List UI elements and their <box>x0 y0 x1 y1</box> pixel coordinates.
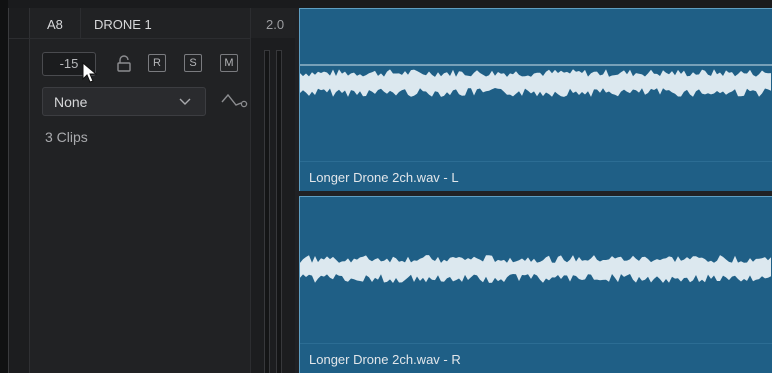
dropdown-value: None <box>54 94 88 110</box>
clip-label: Longer Drone 2ch.wav - L <box>309 170 459 185</box>
track-header-top: A8 DRONE 1 2.0 <box>9 8 295 39</box>
effects-dropdown[interactable]: None <box>42 87 206 116</box>
audio-clip[interactable]: Longer Drone 2ch.wav - R <box>299 196 772 373</box>
app-screen: A8 DRONE 1 2.0 -15 R S M None 3 Clips Lo… <box>0 0 772 373</box>
record-arm-button[interactable]: R <box>148 54 166 72</box>
curve-icon[interactable] <box>221 91 249 111</box>
waveform <box>300 255 771 283</box>
mute-button[interactable]: M <box>220 54 238 72</box>
divider <box>80 8 81 38</box>
track-name[interactable]: DRONE 1 <box>94 17 152 32</box>
solo-button[interactable]: S <box>184 54 202 72</box>
track-header: A8 DRONE 1 2.0 -15 R S M None 3 Clips <box>9 8 296 373</box>
timeline[interactable]: Longer Drone 2ch.wav - L Longer Drone 2c… <box>295 8 772 373</box>
clip-label-bar: Longer Drone 2ch.wav - R <box>300 343 772 373</box>
window-edge <box>0 0 8 373</box>
clip-label-bar: Longer Drone 2ch.wav - L <box>300 161 772 191</box>
mouse-cursor-icon <box>82 62 98 83</box>
clip-label: Longer Drone 2ch.wav - R <box>309 352 461 367</box>
track-id: A8 <box>47 17 63 32</box>
waveform <box>300 64 772 97</box>
meter-bar-right <box>276 50 282 373</box>
meter-bar-left <box>264 50 270 373</box>
clip-count: 3 Clips <box>45 129 88 145</box>
audio-clip[interactable]: Longer Drone 2ch.wav - L <box>299 8 772 191</box>
lock-icon[interactable] <box>115 54 133 74</box>
divider <box>250 8 251 38</box>
audio-meter <box>250 38 296 373</box>
chevron-down-icon <box>179 98 191 105</box>
track-index-column <box>9 8 30 373</box>
channel-format-label: 2.0 <box>266 17 285 32</box>
